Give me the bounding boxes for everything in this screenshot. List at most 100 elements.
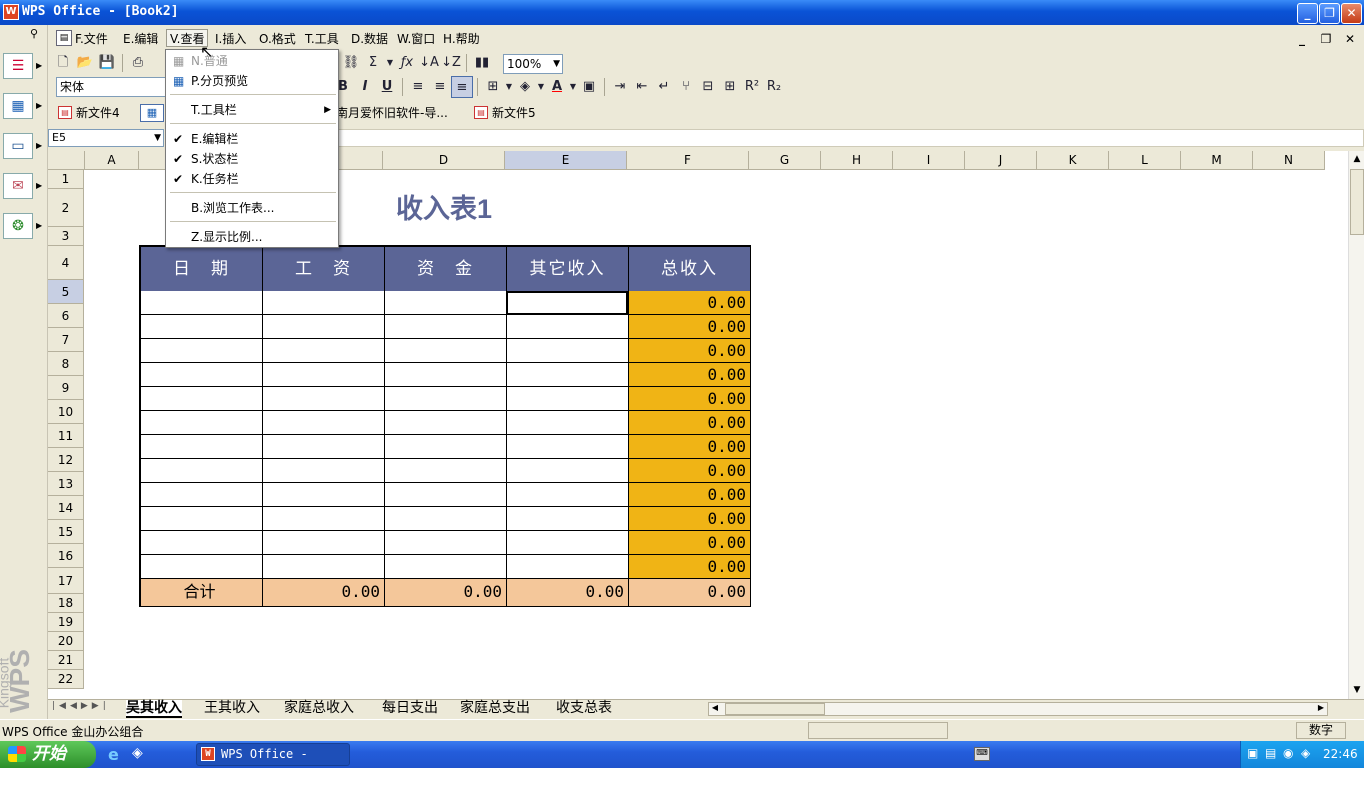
column-header-i[interactable]: I (893, 151, 965, 170)
row-header-1[interactable]: 1 (48, 170, 84, 189)
fill-dropdown-icon[interactable]: ▼ (536, 76, 546, 98)
sheet-tab-3[interactable]: 家庭总收入 (284, 700, 354, 718)
table-cell[interactable] (263, 435, 385, 459)
total-income-cell[interactable]: 0.00 (629, 531, 751, 555)
save-icon[interactable]: 💾 (96, 52, 118, 74)
doc-icon[interactable]: ▤ (56, 30, 72, 46)
table-cell[interactable] (141, 411, 263, 435)
close-button[interactable]: ✕ (1341, 3, 1362, 24)
table-cell[interactable] (385, 315, 507, 339)
formula-input[interactable] (168, 129, 1364, 147)
table-cell[interactable] (263, 363, 385, 387)
row-header-20[interactable]: 20 (48, 632, 84, 651)
total-income-cell[interactable]: 0.00 (629, 555, 751, 579)
total-income-cell[interactable]: 0.00 (629, 363, 751, 387)
sheet-tab-6[interactable]: 收支总表 (556, 700, 612, 718)
table-cell[interactable] (141, 435, 263, 459)
fill-color-icon[interactable]: ◈ (514, 76, 536, 98)
active-cell-e5[interactable] (506, 291, 628, 315)
wrap-icon[interactable]: ↵ (653, 76, 675, 98)
doc-tab-active-icon[interactable]: ▦ (140, 104, 164, 122)
row-header-14[interactable]: 14 (48, 496, 84, 520)
column-header-j[interactable]: J (965, 151, 1037, 170)
doc-minimize-button[interactable]: _ (1292, 31, 1312, 47)
align-center-icon[interactable]: ≡ (429, 76, 451, 98)
security-icon[interactable]: ◈ (1301, 746, 1310, 760)
autosum-icon[interactable]: Σ (362, 52, 384, 74)
row-header-11[interactable]: 11 (48, 424, 84, 448)
column-header-h[interactable]: H (821, 151, 893, 170)
minimize-button[interactable]: _ (1297, 3, 1318, 24)
align-left-icon[interactable]: ≡ (407, 76, 429, 98)
print-icon[interactable]: ⎙ (127, 52, 149, 74)
merge-icon[interactable]: ⑂ (675, 76, 697, 98)
table-cell[interactable] (507, 507, 629, 531)
font-color-icon[interactable]: A (546, 76, 568, 98)
dictionary-icon[interactable]: ❂ (3, 213, 33, 239)
table-cell[interactable] (385, 507, 507, 531)
table-cell[interactable] (385, 291, 507, 315)
table-cell[interactable] (263, 315, 385, 339)
table-cell[interactable] (141, 483, 263, 507)
table-header-cell[interactable]: 日 期 (141, 247, 263, 291)
table-cell[interactable] (141, 555, 263, 579)
column-header-k[interactable]: K (1037, 151, 1109, 170)
restore-button[interactable]: ❐ (1319, 3, 1340, 24)
chart-icon[interactable]: ▮▮ (471, 52, 493, 74)
column-header-n[interactable]: N (1253, 151, 1325, 170)
total-income-cell[interactable]: 0.00 (629, 387, 751, 411)
table-cell[interactable] (263, 339, 385, 363)
scroll-left-icon[interactable]: ◀ (709, 703, 721, 715)
table-cell[interactable] (507, 459, 629, 483)
row-header-15[interactable]: 15 (48, 520, 84, 544)
ie-icon[interactable]: e (108, 745, 126, 764)
table-cell[interactable] (141, 531, 263, 555)
sheet-tab-1[interactable]: 吴其收入 (126, 700, 182, 718)
menu-toolbars[interactable]: T.工具栏 ▶ (167, 100, 337, 120)
network-icon[interactable]: ▣ (1247, 746, 1258, 760)
row-header-12[interactable]: 12 (48, 448, 84, 472)
sum-value-cell[interactable]: 0.00 (629, 579, 751, 607)
table-cell[interactable] (141, 507, 263, 531)
zoom-combo[interactable]: 100% ▼ (503, 54, 563, 74)
table-header-cell[interactable]: 资 金 (385, 247, 507, 291)
sheet-nav-icons[interactable]: |◀◀▶▶| (52, 701, 112, 711)
table-cell[interactable] (385, 435, 507, 459)
table-cell[interactable] (385, 363, 507, 387)
quicklaunch-icon[interactable]: ◈ (132, 745, 150, 763)
row-header-4[interactable]: 4 (48, 246, 84, 280)
font-combo[interactable]: 宋体 (56, 77, 166, 97)
open-icon[interactable]: 📂 (74, 52, 96, 74)
table-cell[interactable] (385, 411, 507, 435)
column-header-g[interactable]: G (749, 151, 821, 170)
vertical-scroll-thumb[interactable] (1350, 169, 1364, 235)
row-header-16[interactable]: 16 (48, 544, 84, 568)
table-cell[interactable] (385, 555, 507, 579)
underline-icon[interactable]: U (376, 76, 398, 98)
column-header-m[interactable]: M (1181, 151, 1253, 170)
total-income-cell[interactable]: 0.00 (629, 291, 751, 315)
start-button[interactable]: 开始 (0, 741, 96, 768)
table-header-cell[interactable]: 总收入 (629, 247, 751, 291)
sort-descending-icon[interactable]: ↓Z (440, 52, 462, 74)
doc-close-button[interactable]: ✕ (1340, 31, 1360, 47)
table-cell[interactable] (263, 291, 385, 315)
menu-tools[interactable]: T.工具 (302, 30, 342, 48)
table-cell[interactable] (385, 339, 507, 363)
table-cell[interactable] (141, 315, 263, 339)
column-header-l[interactable]: L (1109, 151, 1181, 170)
table-cell[interactable] (385, 387, 507, 411)
row-header-10[interactable]: 10 (48, 400, 84, 424)
row-header-18[interactable]: 18 (48, 594, 84, 613)
table-header-cell[interactable]: 其它收入 (507, 247, 629, 291)
total-income-cell[interactable]: 0.00 (629, 411, 751, 435)
table-header-cell[interactable]: 工 资 (263, 247, 385, 291)
mail-arrow-icon[interactable]: ▶ (36, 181, 42, 190)
subscript-icon[interactable]: R₂ (763, 76, 785, 98)
indent-icon[interactable]: ⇥ (609, 76, 631, 98)
taskbar-wps-button[interactable]: W WPS Office - [Bo... (196, 743, 350, 782)
table-cell[interactable] (141, 291, 263, 315)
table-cell[interactable] (141, 387, 263, 411)
table-cell[interactable] (263, 411, 385, 435)
row-header-8[interactable]: 8 (48, 352, 84, 376)
